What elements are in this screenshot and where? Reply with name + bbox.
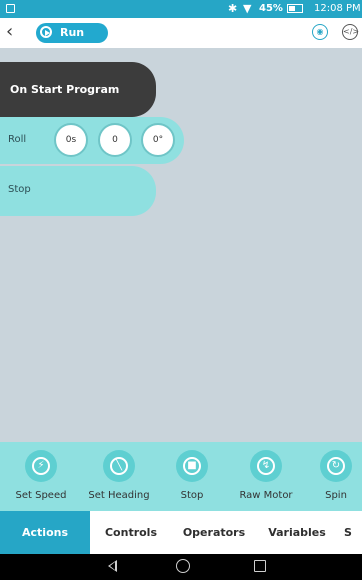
run-button[interactable]: Run [36, 23, 108, 43]
tab-actions[interactable]: Actions [0, 511, 90, 554]
tab-controls[interactable]: Controls [90, 511, 172, 554]
palette-item-label: Stop [180, 490, 204, 501]
palette-raw-motor[interactable]: ↯ Raw Motor [226, 450, 306, 506]
tab-variables[interactable]: Variables [256, 511, 338, 554]
palette-item-label: Spin [325, 490, 347, 501]
compass-icon: ╲ [103, 450, 135, 482]
stop-icon: ■ [176, 450, 208, 482]
tab-operators[interactable]: Operators [172, 511, 256, 554]
palette-item-label: Set Speed [15, 490, 67, 501]
roll-heading-input[interactable]: 0° [141, 123, 175, 157]
chevron-left-icon[interactable]: ‹ [6, 23, 13, 41]
on-start-program-block[interactable]: On Start Program [0, 62, 156, 117]
roll-block-label: Roll [8, 134, 27, 145]
stop-block-label: Stop [8, 184, 31, 195]
palette-spin[interactable]: ↻ Spin [296, 450, 362, 506]
palette-stop[interactable]: ■ Stop [152, 450, 232, 506]
palette-set-speed[interactable]: ⚡ Set Speed [1, 450, 81, 506]
program-canvas[interactable]: On Start Program Roll 0s 0 0° Stop [0, 48, 362, 442]
android-nav-bar [0, 554, 362, 580]
stop-block[interactable]: Stop [0, 166, 156, 216]
play-icon [40, 26, 52, 38]
palette-item-label: Set Heading [88, 490, 150, 501]
wifi-icon: ▼ [243, 2, 252, 15]
sim-icon [6, 4, 15, 13]
roll-duration-input[interactable]: 0s [54, 123, 88, 157]
spin-icon: ↻ [320, 450, 352, 482]
roll-speed-input[interactable]: 0 [98, 123, 132, 157]
back-triangle-icon[interactable] [108, 560, 117, 572]
recent-apps-icon[interactable] [254, 560, 266, 572]
start-block-label: On Start Program [10, 83, 120, 96]
palette-item-label: Raw Motor [239, 490, 293, 501]
category-tabbar: Actions Controls Operators Variables S [0, 511, 362, 554]
sphero-icon[interactable]: ◉ [312, 24, 328, 40]
palette-set-heading[interactable]: ╲ Set Heading [79, 450, 159, 506]
battery-percentage: 45% [259, 3, 283, 14]
battery-icon [287, 4, 303, 13]
roll-block[interactable]: Roll 0s 0 0° [0, 117, 184, 164]
clock: 12:08 PM [314, 3, 361, 14]
motor-icon: ↯ [250, 450, 282, 482]
block-palette: ⚡ Set Speed ╲ Set Heading ■ Stop ↯ Raw M… [0, 442, 362, 511]
top-toolbar: ‹ Run ◉ </> [0, 18, 362, 48]
run-label: Run [60, 26, 85, 39]
tab-sensors-partial[interactable]: S [338, 511, 362, 554]
code-icon[interactable]: </> [342, 24, 359, 40]
status-bar: ✱ ▼ 45% 12:08 PM [0, 0, 362, 18]
home-circle-icon[interactable] [176, 559, 190, 573]
bluetooth-icon: ✱ [228, 2, 238, 15]
speedometer-icon: ⚡ [25, 450, 57, 482]
